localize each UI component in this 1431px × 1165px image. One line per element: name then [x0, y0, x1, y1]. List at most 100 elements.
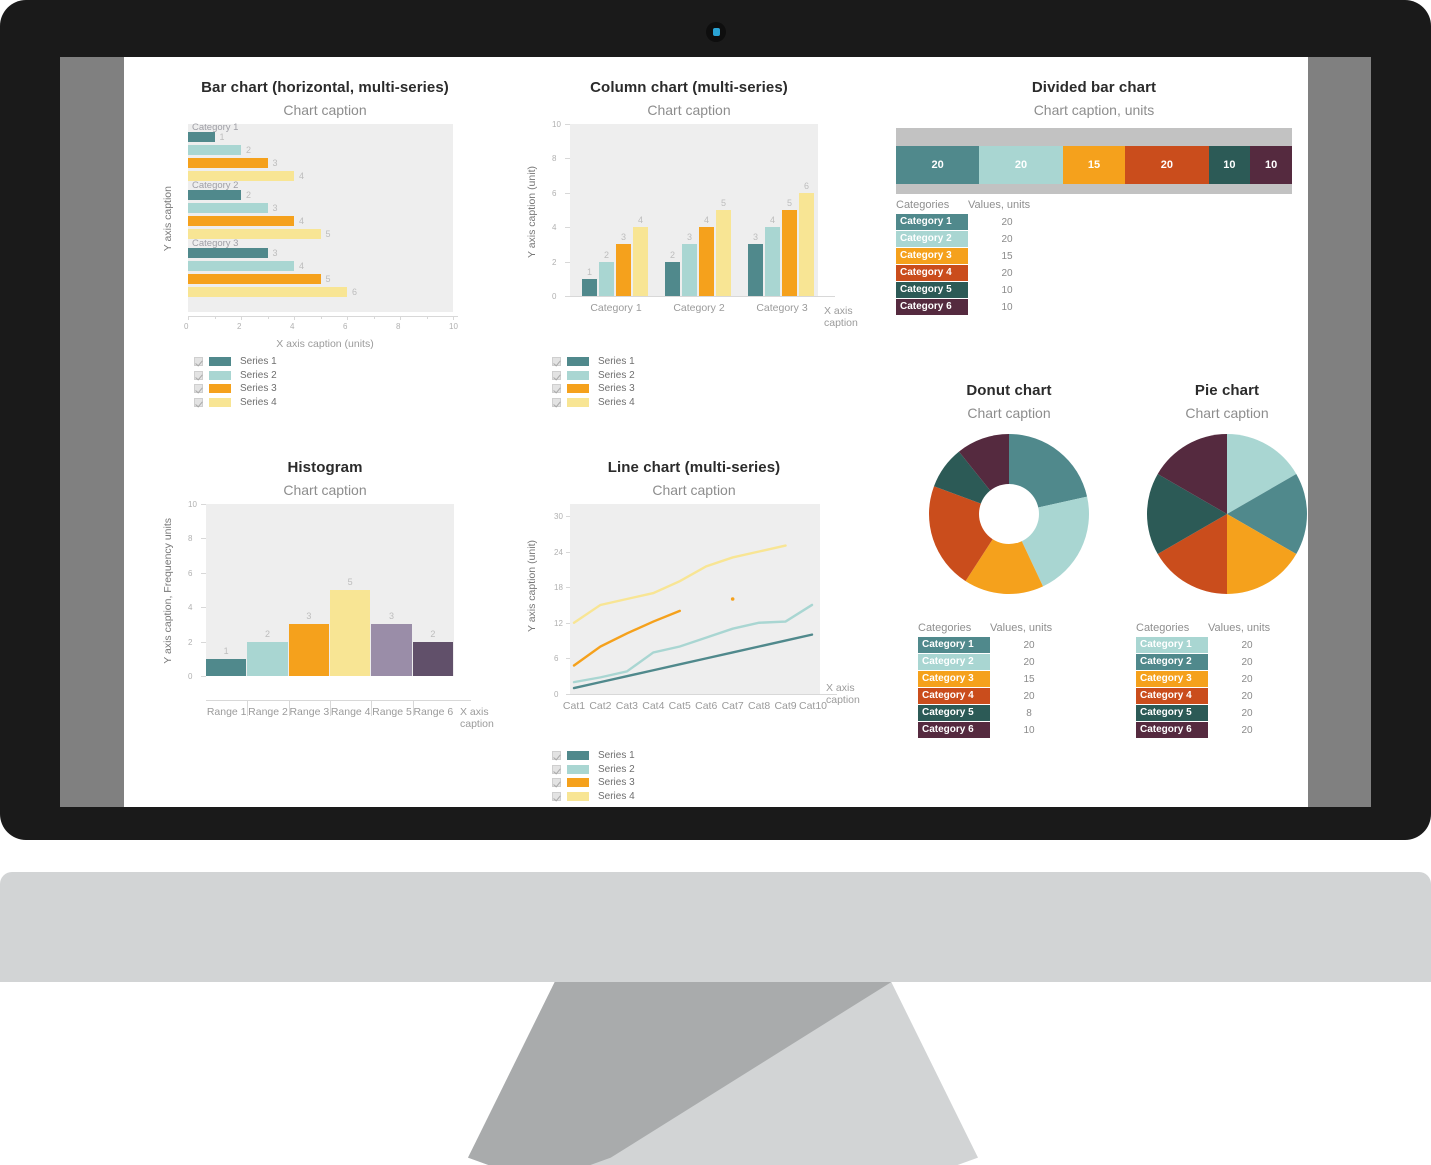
legend-item-3[interactable]: Series 3 [194, 382, 277, 396]
divided-category-chip: Category 1 [896, 214, 968, 230]
column-bar[interactable] [582, 278, 597, 296]
histogram-range-label: Range 4 [330, 706, 371, 718]
pie-category-value: 20 [1241, 690, 1253, 702]
legend-checkbox[interactable] [552, 384, 561, 394]
bar-segment[interactable] [188, 287, 347, 297]
legend-swatch [567, 778, 589, 788]
line-series[interactable] [572, 609, 681, 667]
donut-chart-svg[interactable] [924, 429, 1094, 599]
legend-item-1[interactable]: Series 1 [552, 749, 635, 763]
webcam-icon [706, 22, 726, 42]
legend-checkbox[interactable] [194, 370, 203, 380]
y-tick-label: 0 [554, 690, 559, 699]
bar-segment[interactable] [188, 190, 241, 200]
pie-panel: Pie chart Chart caption Categories Value… [1132, 382, 1322, 738]
bar-segment[interactable] [188, 145, 241, 155]
y-tick-label: 10 [188, 500, 197, 509]
bar-segment[interactable] [188, 248, 268, 258]
column-value-label: 4 [638, 215, 644, 226]
legend-item-3[interactable]: Series 3 [552, 382, 635, 396]
legend-checkbox[interactable] [552, 791, 561, 801]
histogram-bar[interactable] [288, 624, 329, 676]
legend-checkbox[interactable] [552, 370, 561, 380]
bar-value-label: 3 [272, 158, 278, 168]
divided-bar-segment[interactable]: 10 [1208, 146, 1251, 184]
pie-chart-svg[interactable] [1142, 429, 1312, 599]
divided-bar-segment[interactable]: 15 [1062, 146, 1126, 184]
legend-item-4[interactable]: Series 4 [552, 396, 635, 410]
column-value-label: 4 [770, 215, 776, 226]
legend-checkbox[interactable] [552, 751, 561, 761]
legend-checkbox[interactable] [552, 357, 561, 367]
bar-segment[interactable] [188, 216, 294, 226]
legend-item-2[interactable]: Series 2 [552, 369, 635, 383]
column-bar[interactable] [765, 227, 780, 296]
histogram-range-label: Range 5 [372, 706, 412, 718]
column-bar[interactable] [799, 192, 814, 296]
column-bar[interactable] [716, 210, 731, 296]
donut-caption: Chart caption [967, 405, 1051, 421]
column-bar[interactable] [633, 227, 648, 296]
legend-item-1[interactable]: Series 1 [552, 355, 635, 369]
column-bar[interactable] [665, 261, 680, 296]
histogram-bar[interactable] [330, 590, 371, 676]
line-x-tick-label: Cat1 [562, 700, 586, 712]
divided-bar-segment[interactable]: 20 [1125, 146, 1209, 184]
table-row: Category 6 10 [896, 299, 1046, 315]
column-bar[interactable] [616, 244, 631, 296]
legend-item-2[interactable]: Series 2 [194, 369, 277, 383]
legend-checkbox[interactable] [194, 384, 203, 394]
divided-bar-segments[interactable]: 20 20 15 20 10 10 [896, 146, 1292, 184]
column-bar[interactable] [682, 244, 697, 296]
bar-segment[interactable] [188, 132, 215, 142]
divided-bar-segment[interactable]: 20 [979, 146, 1063, 184]
histogram-bar[interactable] [412, 641, 453, 676]
bar-chart-legend[interactable]: Series 1 Series 2 Series 3 Series 4 [194, 355, 277, 409]
histogram-title: Histogram [287, 459, 363, 476]
table-row: Category 4 20 [918, 688, 1068, 704]
column-chart-title: Column chart (multi-series) [590, 79, 788, 96]
legend-item-4[interactable]: Series 4 [194, 396, 277, 410]
legend-label: Series 3 [240, 383, 277, 395]
column-bar[interactable] [599, 261, 614, 296]
webcam-lens [712, 28, 720, 36]
legend-checkbox[interactable] [552, 764, 561, 774]
y-tick-mark [566, 515, 570, 517]
legend-item-1[interactable]: Series 1 [194, 355, 277, 369]
monitor-bezel: Bar chart (horizontal, multi-series) Cha… [0, 0, 1431, 840]
legend-checkbox[interactable] [552, 778, 561, 788]
legend-label: Series 4 [598, 790, 635, 802]
divided-bar-segment[interactable]: 10 [1250, 146, 1292, 184]
legend-checkbox[interactable] [194, 397, 203, 407]
bar-segment[interactable] [188, 274, 321, 284]
line-chart-legend[interactable]: Series 1 Series 2 Series 3 Series 4 [552, 749, 635, 803]
table-row: Category 5 10 [896, 282, 1046, 298]
histogram-bar[interactable] [206, 658, 247, 676]
legend-checkbox[interactable] [194, 357, 203, 367]
legend-item-3[interactable]: Series 3 [552, 776, 635, 790]
legend-label: Series 2 [240, 369, 277, 381]
column-bar[interactable] [748, 244, 763, 296]
y-tick-mark [201, 607, 206, 609]
y-tick-label: 10 [552, 120, 561, 129]
bar-segment[interactable] [188, 203, 268, 213]
line-data-point[interactable] [730, 597, 735, 601]
bar-segment[interactable] [188, 261, 294, 271]
legend-item-2[interactable]: Series 2 [552, 763, 635, 777]
bar-segment[interactable] [188, 158, 268, 168]
legend-label: Series 2 [598, 369, 635, 381]
legend-checkbox[interactable] [552, 397, 561, 407]
legend-item-4[interactable]: Series 4 [552, 790, 635, 804]
column-bar[interactable] [699, 227, 714, 296]
histogram-bar[interactable] [371, 624, 412, 676]
divided-bar-area: 20 20 15 20 10 10 [896, 128, 1292, 202]
histogram-bar[interactable] [247, 641, 288, 676]
column-bar[interactable] [782, 210, 797, 296]
column-chart-legend[interactable]: Series 1 Series 2 Series 3 Series 4 [552, 355, 635, 409]
histogram-value-label: 1 [223, 645, 229, 656]
legend-label: Series 3 [598, 777, 635, 789]
divided-bar-segment[interactable]: 20 [896, 146, 980, 184]
x-tick-label: 8 [396, 322, 401, 331]
line-x-tick-label: Cat5 [668, 700, 691, 712]
legend-label: Series 1 [598, 356, 635, 368]
